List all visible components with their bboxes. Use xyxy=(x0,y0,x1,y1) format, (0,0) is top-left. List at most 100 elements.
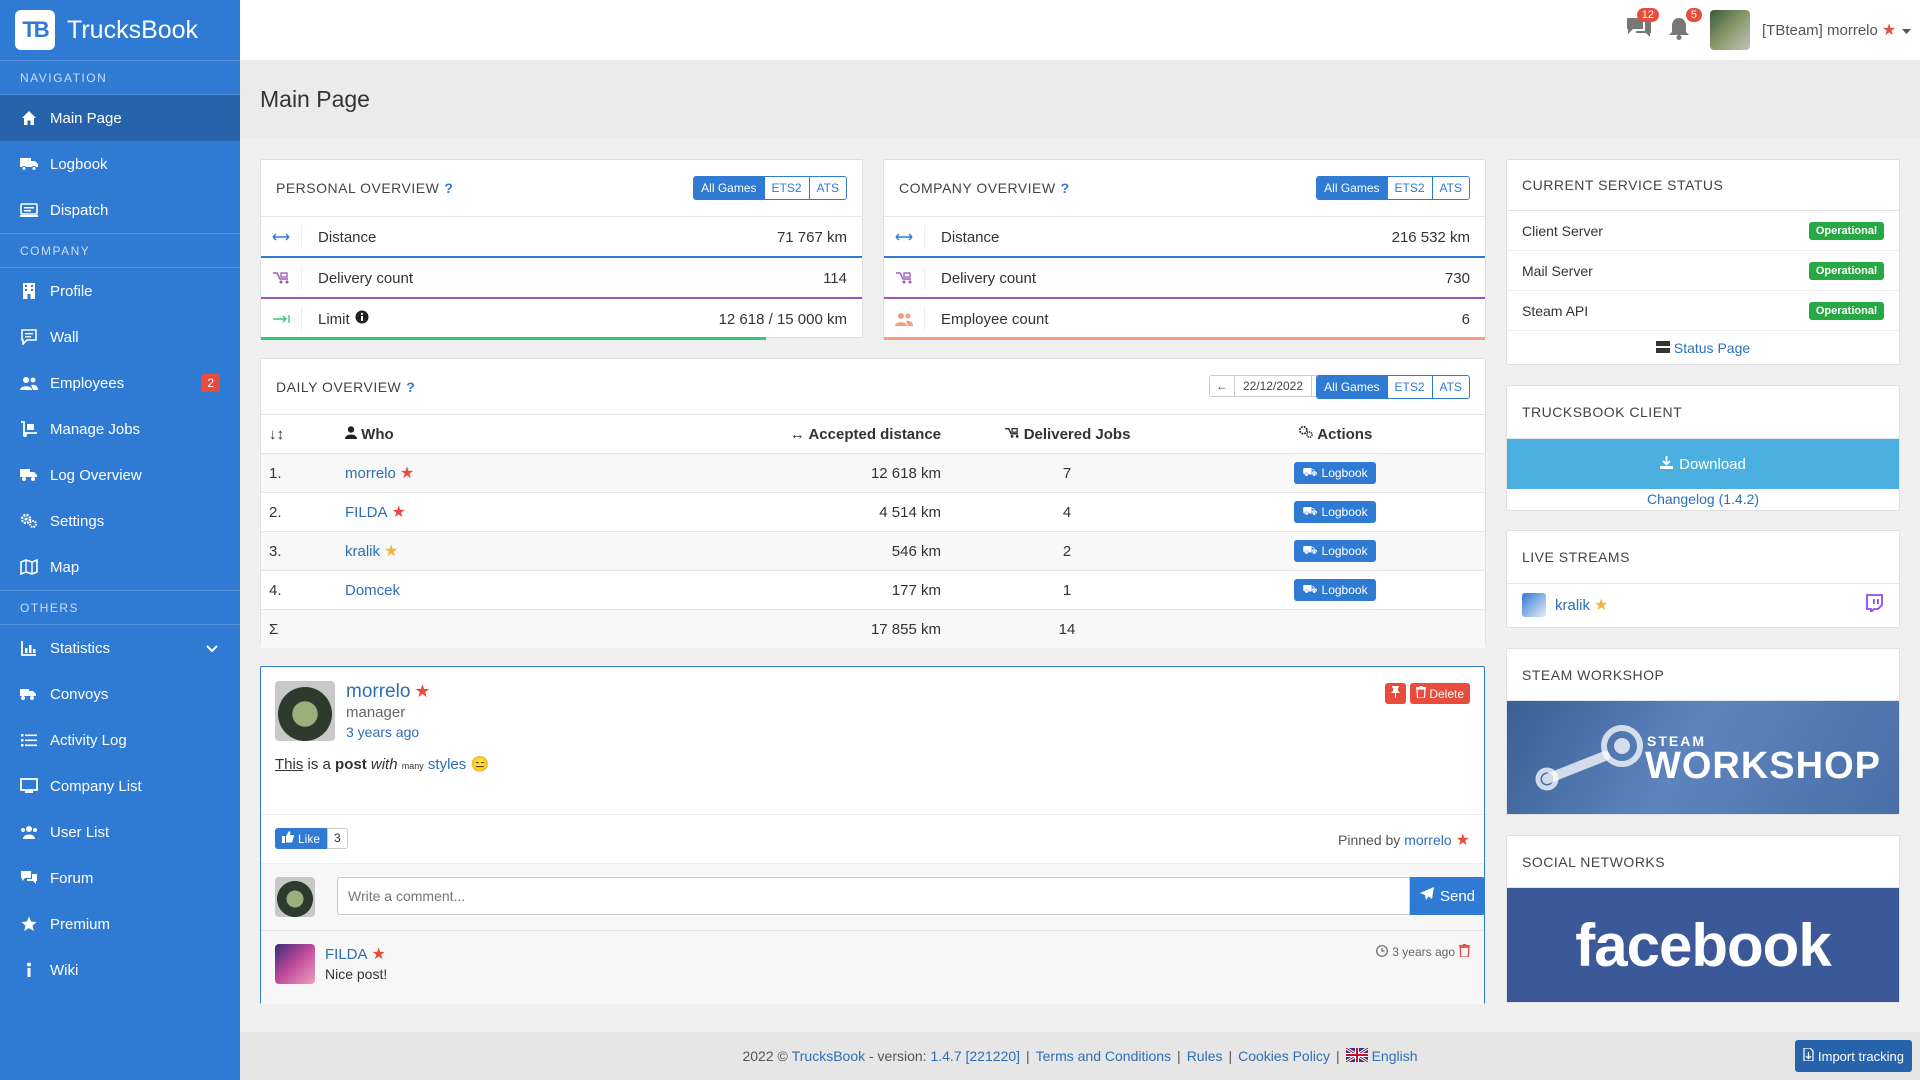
logbook-button[interactable]: ⛟ Logbook xyxy=(1294,501,1376,523)
messages-button[interactable]: 12 xyxy=(1625,8,1659,44)
user-avatar[interactable] xyxy=(1710,10,1750,50)
footer-separator: | xyxy=(1026,1048,1030,1064)
streamer-avatar[interactable] xyxy=(1522,593,1546,617)
steam-workshop-banner[interactable]: STEAM WORKSHOP xyxy=(1507,701,1899,814)
sidebar-item-profile[interactable]: Profile xyxy=(0,268,240,314)
help-icon[interactable]: ? xyxy=(406,379,415,395)
post-author-avatar[interactable] xyxy=(275,681,335,741)
import-tracking-button[interactable]: Import tracking xyxy=(1795,1040,1912,1072)
footer-rules-link[interactable]: Rules xyxy=(1187,1048,1223,1064)
sidebar-item-statistics[interactable]: Statistics xyxy=(0,625,240,671)
delete-comment-icon[interactable] xyxy=(1459,944,1470,960)
user-menu[interactable]: [TBteam] morrelo ★ xyxy=(1710,10,1912,50)
sidebar-item-settings[interactable]: Settings xyxy=(0,498,240,544)
game-filter: All Games ETS2 ATS xyxy=(1316,176,1470,200)
unpin-button[interactable] xyxy=(1385,683,1407,704)
sidebar-item-convoys[interactable]: Convoys xyxy=(0,671,240,717)
filter-all-games[interactable]: All Games xyxy=(1317,177,1387,199)
rank-cell: 1. xyxy=(261,453,337,493)
filter-ets2[interactable]: ETS2 xyxy=(763,177,809,199)
footer-brand-link[interactable]: TrucksBook xyxy=(792,1048,865,1064)
status-page-link[interactable]: Status Page xyxy=(1674,340,1750,356)
footer-cookies-link[interactable]: Cookies Policy xyxy=(1238,1048,1330,1064)
chevron-down-icon[interactable] xyxy=(206,640,218,657)
language-link[interactable]: English xyxy=(1372,1048,1418,1064)
changelog-link[interactable]: Changelog (1.4.2) xyxy=(1647,491,1759,507)
company-list-icon xyxy=(20,777,38,795)
comment-divider xyxy=(261,930,1484,931)
post-time[interactable]: 3 years ago xyxy=(346,724,431,740)
filter-ats[interactable]: ATS xyxy=(808,177,846,199)
footer-version-link[interactable]: 1.4.7 [221220] xyxy=(930,1048,1020,1064)
user-name[interactable]: [TBteam] morrelo xyxy=(1762,22,1878,39)
date-value[interactable]: 22/12/2022 xyxy=(1235,376,1311,396)
sidebar-item-log-overview[interactable]: Log Overview xyxy=(0,452,240,498)
streamer-link[interactable]: kralik xyxy=(1555,597,1590,614)
card-title: PERSONAL OVERVIEW xyxy=(276,180,440,196)
daily-table: ↓↕ Who ↔ Accepted distance Delivered Job… xyxy=(261,415,1485,648)
user-link[interactable]: FILDA xyxy=(345,504,388,521)
sidebar-item-premium[interactable]: Premium xyxy=(0,901,240,947)
filter-ets2[interactable]: ETS2 xyxy=(1386,177,1432,199)
status-page-link-row: Status Page xyxy=(1507,331,1899,365)
sidebar-item-dispatch[interactable]: Dispatch xyxy=(0,187,240,233)
sidebar-item-main-page[interactable]: Main Page xyxy=(0,95,240,141)
home-icon xyxy=(20,109,38,127)
prev-day-button[interactable]: ← xyxy=(1210,376,1235,396)
brand-name[interactable]: TrucksBook xyxy=(67,16,198,45)
filter-all-games[interactable]: All Games xyxy=(1317,376,1387,398)
filter-ets2[interactable]: ETS2 xyxy=(1386,376,1432,398)
sidebar-item-forum[interactable]: Forum xyxy=(0,855,240,901)
sidebar-item-user-list[interactable]: User List xyxy=(0,809,240,855)
like-button[interactable]: Like xyxy=(275,828,328,849)
user-link[interactable]: kralik xyxy=(345,543,380,560)
help-icon[interactable]: ? xyxy=(444,180,453,196)
post-text-link[interactable]: styles xyxy=(428,756,466,773)
download-button[interactable]: Download xyxy=(1507,439,1899,489)
delete-post-button[interactable]: Delete xyxy=(1410,683,1470,704)
logbook-button[interactable]: ⛟ Logbook xyxy=(1294,579,1376,601)
caret-down-icon[interactable] xyxy=(1902,22,1912,39)
sidebar-item-wiki[interactable]: Wiki xyxy=(0,947,240,993)
comment-author-link[interactable]: FILDA xyxy=(325,946,368,963)
filter-ats[interactable]: ATS xyxy=(1431,376,1469,398)
sidebar-item-map[interactable]: Map xyxy=(0,544,240,590)
sort-header[interactable]: ↓↕ xyxy=(261,415,337,454)
user-link[interactable]: morrelo xyxy=(345,465,396,482)
pinned-user-link[interactable]: morrelo xyxy=(1404,832,1451,848)
daily-overview-header: DAILY OVERVIEW ? ← 22/12/2022 → All Game… xyxy=(261,359,1485,415)
post-text-bold: post xyxy=(335,756,367,773)
logbook-button[interactable]: ⛟ Logbook xyxy=(1294,540,1376,562)
comment-author-avatar[interactable] xyxy=(275,944,315,984)
like-label: Like xyxy=(298,831,321,846)
user-link[interactable]: Domcek xyxy=(345,582,400,599)
sidebar-item-manage-jobs[interactable]: Manage Jobs xyxy=(0,406,240,452)
server-icon xyxy=(1655,340,1670,356)
sidebar-item-wall[interactable]: Wall xyxy=(0,314,240,360)
thumbs-up-icon xyxy=(282,831,294,846)
filter-all-games[interactable]: All Games xyxy=(694,177,764,199)
sidebar-item-company-list[interactable]: Company List xyxy=(0,763,240,809)
row-accent-bar xyxy=(884,337,1485,340)
brand-logo[interactable]: TB xyxy=(15,10,55,50)
twitch-icon[interactable] xyxy=(1865,594,1883,616)
help-icon[interactable]: ? xyxy=(1061,180,1070,196)
post-author-link[interactable]: morrelo xyxy=(346,681,410,702)
logbook-button[interactable]: ⛟ Logbook xyxy=(1294,462,1376,484)
arrows-horizontal-icon xyxy=(884,225,925,249)
info-circle-icon[interactable] xyxy=(355,310,369,328)
brand[interactable]: TB TrucksBook xyxy=(0,0,240,61)
uk-flag-icon xyxy=(1344,1046,1369,1065)
facebook-banner[interactable]: facebook xyxy=(1507,888,1899,1002)
notifications-button[interactable]: 5 xyxy=(1668,8,1702,44)
service-status-card: CURRENT SERVICE STATUS Client Server Ope… xyxy=(1506,159,1900,365)
footer-terms-link[interactable]: Terms and Conditions xyxy=(1036,1048,1171,1064)
sidebar-item-activity-log[interactable]: Activity Log xyxy=(0,717,240,763)
sidebar-item-employees[interactable]: Employees 2 xyxy=(0,360,240,406)
comment-input[interactable] xyxy=(337,877,1410,915)
sidebar-item-logbook[interactable]: Logbook xyxy=(0,141,240,187)
emoji-icon: 😑 xyxy=(470,756,490,773)
comment-meta: 3 years ago xyxy=(1376,944,1470,960)
filter-ats[interactable]: ATS xyxy=(1431,177,1469,199)
send-comment-button[interactable]: Send xyxy=(1410,877,1485,915)
